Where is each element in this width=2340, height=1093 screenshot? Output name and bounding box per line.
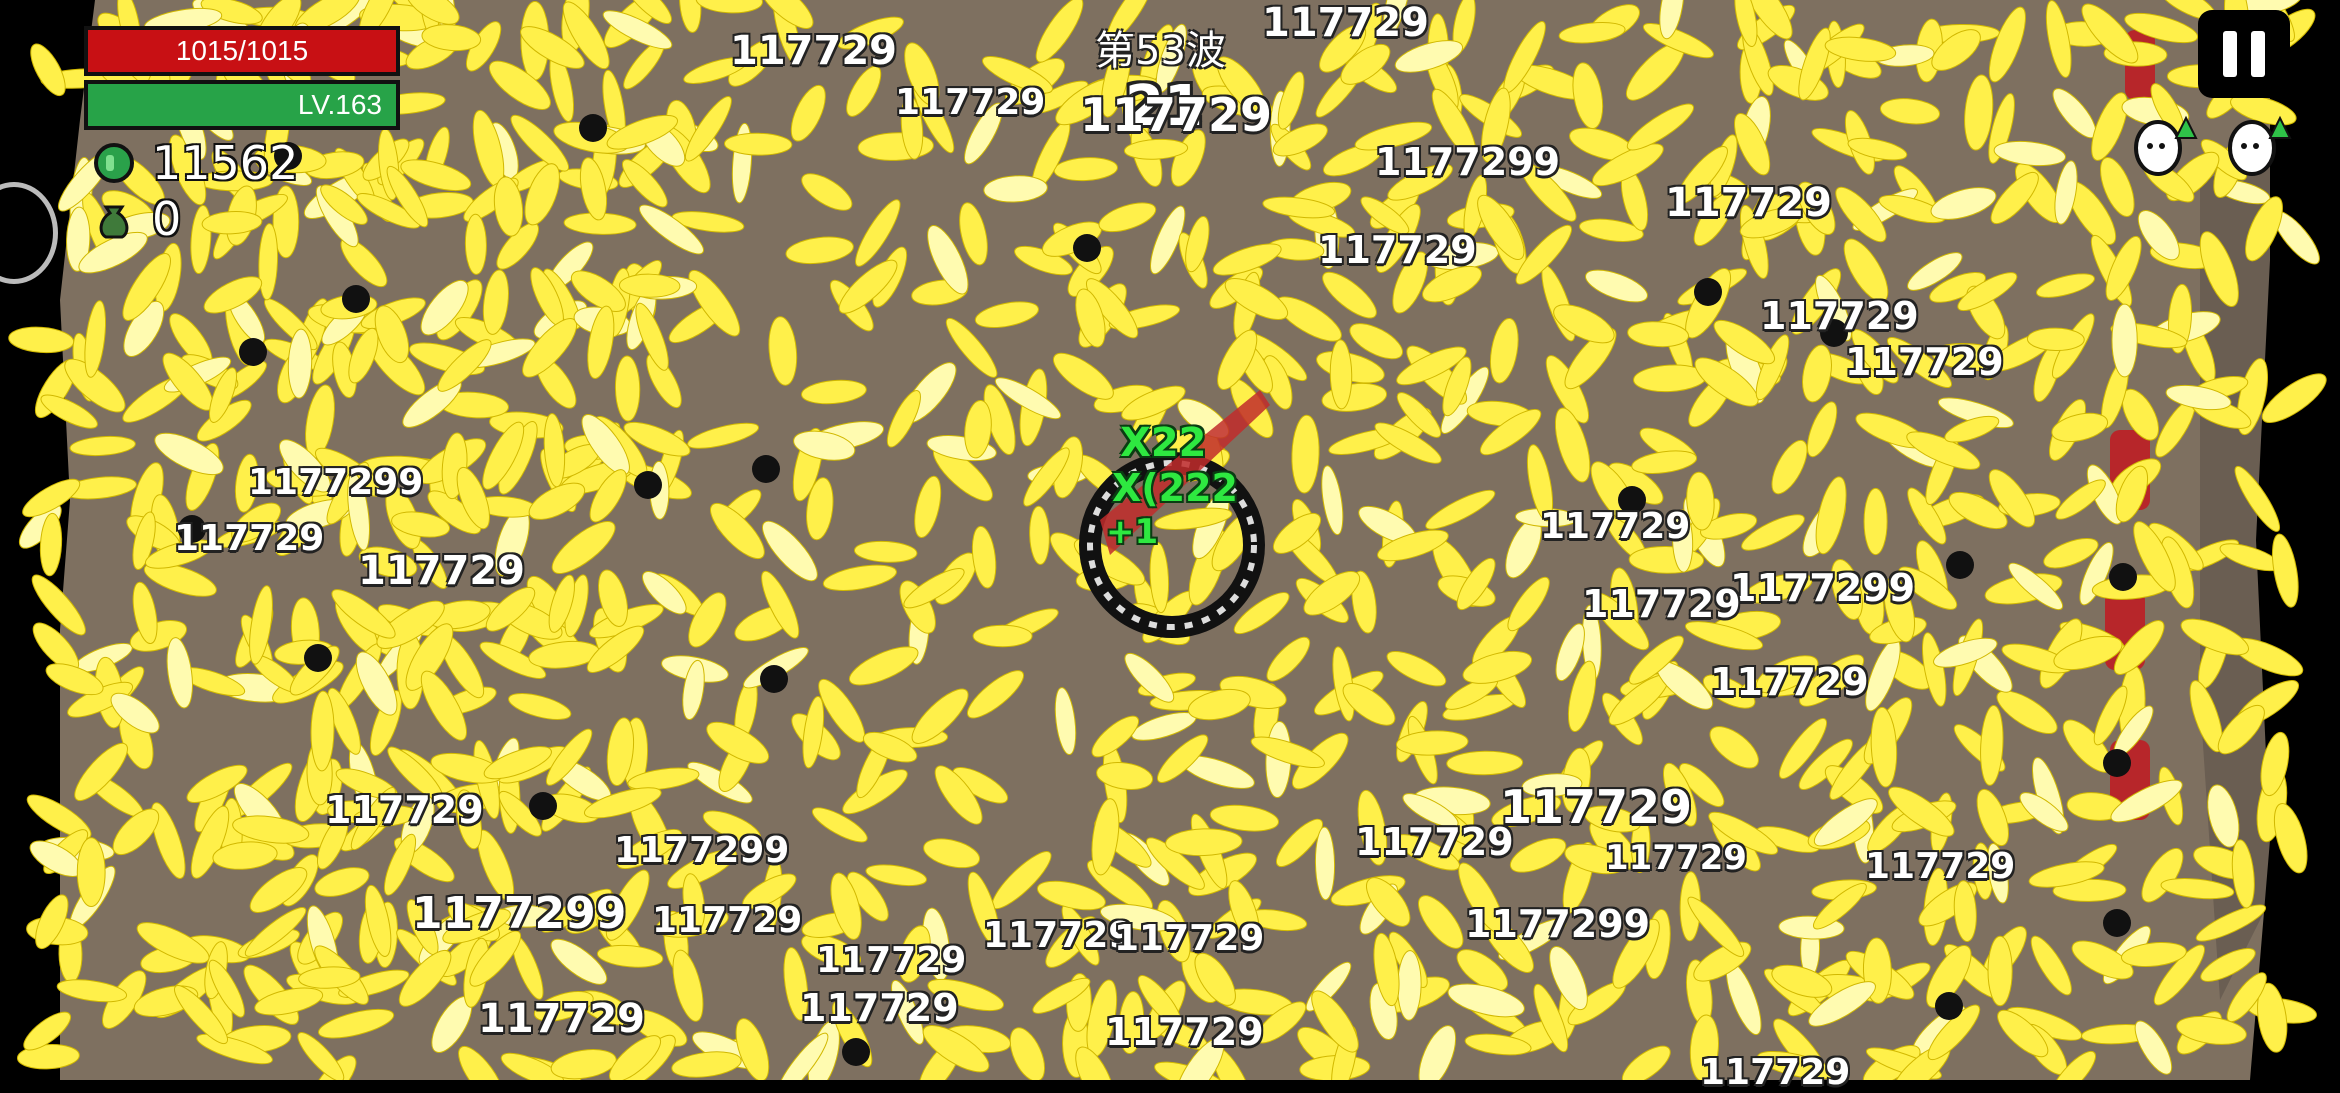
damage-number: 117729	[895, 82, 1046, 123]
damage-number: 117729	[1760, 294, 1919, 338]
bag-counter: 0	[92, 192, 181, 246]
damage-number: 1177299	[1375, 140, 1561, 184]
damage-number: 117729	[1500, 780, 1693, 834]
damage-number: 117729	[800, 986, 959, 1030]
damage-number: 117729	[816, 940, 967, 981]
damage-number: 1177299	[1730, 566, 1916, 610]
bag-count: 0	[152, 192, 182, 246]
level-bar: LV.163	[84, 80, 400, 130]
health-text: 1015/1015	[175, 35, 309, 66]
combo-text: X22	[1120, 420, 1207, 466]
money-bag-icon	[99, 205, 129, 239]
damage-number: 117729	[1845, 340, 2004, 384]
damage-number: 117729	[1080, 88, 1273, 142]
damage-number: 117729	[983, 915, 1134, 956]
damage-number: 117729	[730, 28, 897, 74]
damage-number: 117729	[358, 548, 525, 594]
damage-number: 117729	[1605, 838, 1747, 878]
gem-count: 11562	[152, 136, 299, 190]
damage-number: 117729	[1665, 180, 1832, 226]
damage-number: 117729	[1865, 846, 2016, 887]
gem-counter: 11562	[92, 136, 298, 190]
damage-number: 1177299	[412, 888, 627, 939]
damage-number: 117729	[652, 900, 803, 941]
combo-text: +1	[1106, 512, 1159, 552]
egg-upgrade-icon[interactable]	[2128, 108, 2198, 178]
damage-number: 117729	[1540, 506, 1691, 547]
green-gem-icon	[94, 143, 134, 183]
damage-number: 117729	[325, 788, 484, 832]
damage-number: 1177299	[614, 830, 790, 871]
damage-number: 117729	[478, 996, 645, 1042]
damage-number: 1177299	[1465, 902, 1651, 946]
damage-number: 117729	[1710, 660, 1869, 704]
egg-upgrade-icon[interactable]	[2222, 108, 2292, 178]
damage-number: 117729	[1355, 820, 1514, 864]
pause-button[interactable]	[2198, 10, 2290, 98]
damage-number: 117729	[1105, 1010, 1264, 1054]
damage-number: 117729	[1700, 1052, 1851, 1093]
health-bar: 1015/1015	[84, 26, 400, 76]
wave-label: 第53波	[1095, 28, 1226, 74]
combo-text: X(222	[1112, 466, 1238, 510]
damage-number: 117729	[1318, 228, 1477, 272]
level-text: LV.163	[297, 89, 382, 120]
damage-number: 117729	[1262, 0, 1429, 46]
pause-icon	[2223, 31, 2237, 77]
damage-number: 117729	[1114, 918, 1265, 959]
damage-number: 1177299	[248, 462, 424, 503]
damage-number: 117729	[174, 518, 325, 559]
damage-number: 117729	[1582, 582, 1741, 626]
